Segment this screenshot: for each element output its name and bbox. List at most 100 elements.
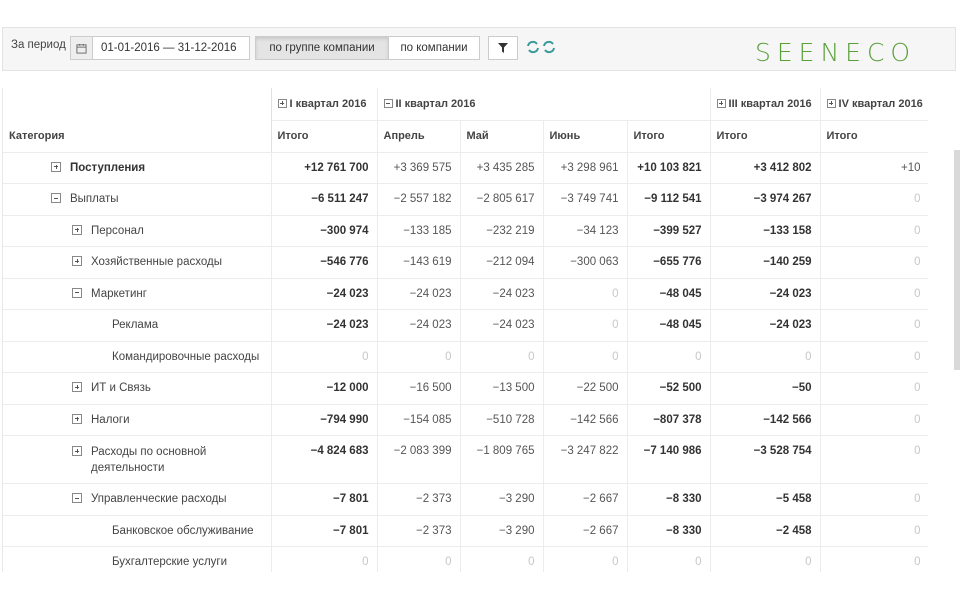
- expand-icon[interactable]: [72, 224, 82, 235]
- by-company-button[interactable]: по компании: [388, 36, 480, 60]
- cell: −3 247 822: [543, 435, 628, 484]
- row-label: Хозяйственные расходы: [91, 256, 222, 269]
- row-label: Маркетинг: [91, 287, 147, 300]
- row-label: Расходы по основной деятельности: [91, 446, 207, 474]
- table-row: Хозяйственные расходы −546 776 −143 619 …: [3, 246, 928, 279]
- expand-icon[interactable]: [72, 446, 82, 456]
- cell: 0: [377, 546, 461, 572]
- date-range-value[interactable]: 01-01-2016 — 31-12-2016: [93, 42, 237, 54]
- date-range-picker[interactable]: 01-01-2016 — 31-12-2016: [70, 36, 250, 60]
- quarter-header-4[interactable]: IV квартал 2016: [820, 88, 928, 121]
- refresh-icon: [543, 40, 555, 54]
- cell: 0: [627, 341, 711, 373]
- cell: 0: [820, 372, 928, 405]
- cell: −794 990: [271, 404, 378, 436]
- quarter-header-3[interactable]: III квартал 2016: [710, 88, 821, 121]
- cell: −3 749 741: [543, 183, 628, 216]
- cell: −2 667: [543, 515, 628, 547]
- col-header: Итого: [271, 120, 378, 153]
- cell: −300 063: [543, 246, 628, 279]
- expand-icon[interactable]: [72, 382, 82, 393]
- cell: −8 330: [627, 483, 711, 516]
- refresh-button[interactable]: [526, 40, 560, 56]
- cell: −399 527: [627, 215, 711, 247]
- table-row: Налоги −794 990 −154 085 −510 728 −142 5…: [3, 404, 928, 436]
- cell: −655 776: [627, 246, 711, 279]
- expand-icon[interactable]: [72, 256, 82, 267]
- cell: −9 112 541: [627, 183, 711, 216]
- collapse-icon[interactable]: [383, 98, 393, 108]
- row-label: Выплаты: [70, 193, 119, 206]
- expand-icon[interactable]: [826, 98, 836, 108]
- cell: −133 185: [377, 215, 461, 247]
- collapse-icon[interactable]: [51, 193, 61, 204]
- expand-icon[interactable]: [51, 161, 61, 172]
- quarter-header-2[interactable]: II квартал 2016: [377, 88, 711, 121]
- cell: +12 761 700: [271, 152, 378, 184]
- cell: −8 330: [627, 515, 711, 547]
- cell: 0: [710, 341, 821, 373]
- cell: 0: [271, 546, 378, 572]
- cell: 0: [543, 309, 628, 342]
- cell: −48 045: [627, 278, 711, 310]
- cell: −212 094: [460, 246, 544, 279]
- row-label: Командировочные расходы: [112, 350, 260, 363]
- collapse-icon[interactable]: [72, 493, 82, 504]
- cell: −24 023: [377, 309, 461, 342]
- col-header: Апрель: [377, 120, 461, 153]
- table-row: Реклама −24 023 −24 023 −24 023 0 −48 04…: [3, 309, 928, 342]
- cell: −12 000: [271, 372, 378, 405]
- cell: 0: [820, 278, 928, 310]
- cell: −7 140 986: [627, 435, 711, 484]
- expand-icon[interactable]: [277, 98, 287, 108]
- cell: +3 298 961: [543, 152, 628, 184]
- filter-button[interactable]: [488, 36, 518, 60]
- table-row: ИТ и Связь −12 000 −16 500 −13 500 −22 5…: [3, 372, 928, 405]
- table-row: Выплаты −6 511 247 −2 557 182 −2 805 617…: [3, 183, 928, 216]
- collapse-icon[interactable]: [72, 287, 82, 298]
- vertical-scrollbar[interactable]: [954, 150, 960, 370]
- cell: 0: [627, 546, 711, 572]
- col-header: Итого: [820, 120, 928, 153]
- cell: −2 458: [710, 515, 821, 547]
- cell: −24 023: [271, 309, 378, 342]
- row-label: Налоги: [91, 413, 130, 426]
- cell: −24 023: [271, 278, 378, 310]
- cell: −5 458: [710, 483, 821, 516]
- expand-icon[interactable]: [716, 98, 726, 108]
- row-label: Персонал: [91, 224, 144, 237]
- cell: 0: [710, 546, 821, 572]
- table-row: Управленческие расходы −7 801 −2 373 −3 …: [3, 483, 928, 516]
- col-header: Июнь: [543, 120, 628, 153]
- cell: 0: [820, 483, 928, 516]
- quarter-header-1[interactable]: I квартал 2016: [271, 88, 378, 121]
- cell: −807 378: [627, 404, 711, 436]
- cell: −24 023: [460, 309, 544, 342]
- filter-icon: [498, 43, 508, 53]
- by-group-button[interactable]: по группе компании: [255, 36, 389, 60]
- cell: −52 500: [627, 372, 711, 405]
- calendar-icon[interactable]: [71, 37, 93, 59]
- cell: +10: [820, 152, 928, 184]
- cell: 0: [543, 341, 628, 373]
- row-label: Бухгалтерские услуги: [112, 556, 228, 569]
- expand-icon[interactable]: [72, 413, 82, 424]
- cell: 0: [377, 341, 461, 373]
- cell: −2 667: [543, 483, 628, 516]
- cell: 0: [460, 341, 544, 373]
- cell: 0: [820, 404, 928, 436]
- cell: −546 776: [271, 246, 378, 279]
- cell: −7 801: [271, 515, 378, 547]
- cell: −13 500: [460, 372, 544, 405]
- cell: −2 805 617: [460, 183, 544, 216]
- cell: 0: [820, 183, 928, 216]
- cell: +3 435 285: [460, 152, 544, 184]
- cell: −6 511 247: [271, 183, 378, 216]
- table-row: Персонал −300 974 −133 185 −232 219 −34 …: [3, 215, 928, 247]
- cell: 0: [543, 278, 628, 310]
- cell: −24 023: [710, 278, 821, 310]
- cell: −142 566: [710, 404, 821, 436]
- cell: 0: [820, 341, 928, 373]
- cell: −3 528 754: [710, 435, 821, 484]
- report-grid: Категория I квартал 2016 II квартал 2016…: [2, 88, 928, 572]
